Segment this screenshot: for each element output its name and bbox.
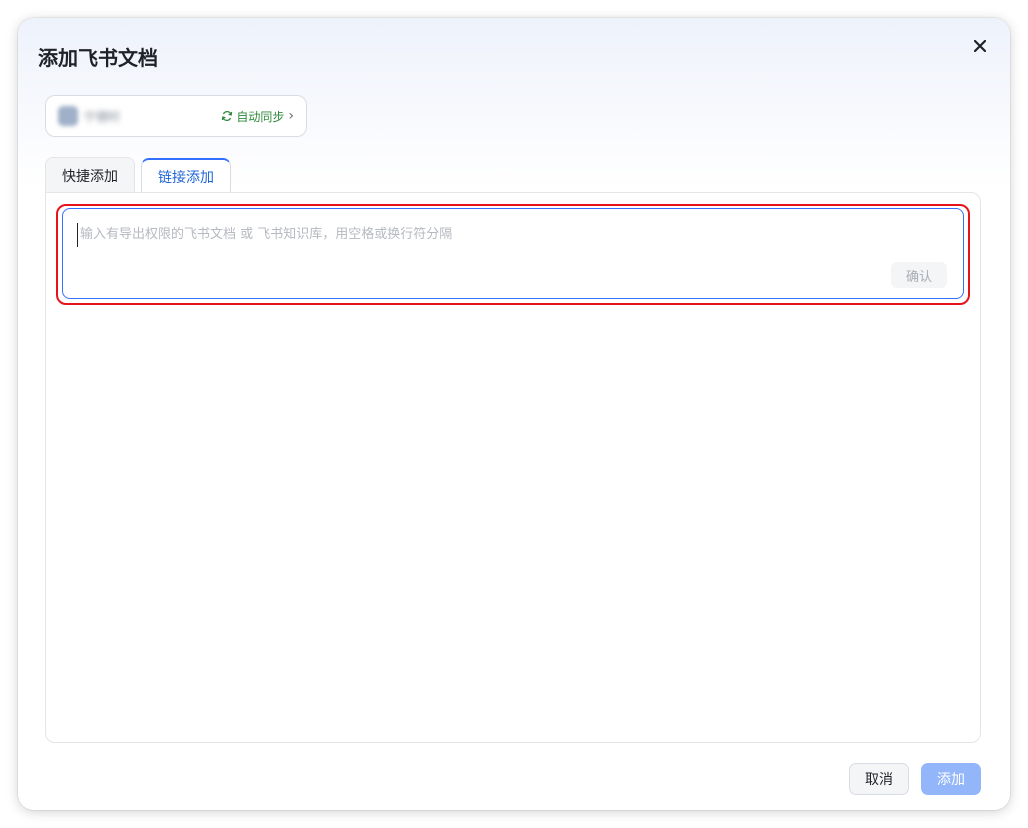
close-icon[interactable]: [974, 40, 986, 52]
cancel-button[interactable]: 取消: [849, 763, 909, 795]
dialog-title: 添加飞书文档: [38, 46, 158, 70]
add-button[interactable]: 添加: [921, 763, 981, 795]
link-input-box[interactable]: 确认: [62, 208, 964, 299]
tab-bar: 快捷添加 链接添加: [45, 157, 237, 194]
auto-sync-label: 自动同步: [236, 109, 285, 124]
add-feishu-doc-dialog: 添加飞书文档 宁德时 自动同步 › 快捷添加 链接添加 确认 取消 添加: [18, 18, 1010, 810]
tab-link-add[interactable]: 链接添加: [141, 158, 231, 194]
link-input[interactable]: [77, 223, 877, 247]
auto-sync-button[interactable]: 自动同步 ›: [221, 108, 294, 125]
tab-quick-add[interactable]: 快捷添加: [45, 157, 135, 193]
source-name: 宁德时: [84, 109, 121, 124]
source-selector[interactable]: 宁德时 自动同步 ›: [45, 95, 307, 137]
chevron-right-icon: ›: [288, 108, 294, 124]
avatar: [58, 106, 78, 126]
refresh-icon: [222, 110, 233, 122]
confirm-button[interactable]: 确认: [891, 262, 947, 288]
close-button[interactable]: [972, 38, 988, 54]
